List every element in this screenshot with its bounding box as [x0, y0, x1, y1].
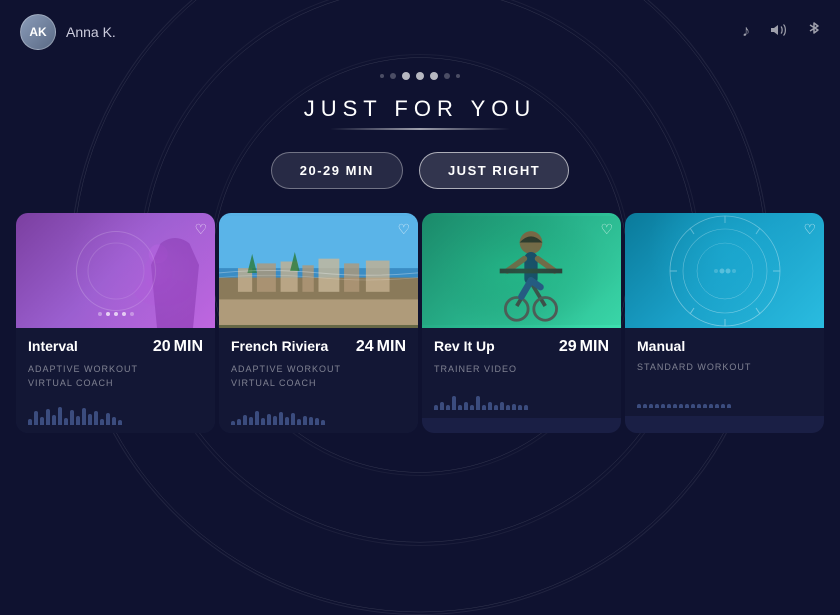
card-interval-image: ♡ [16, 213, 215, 328]
card-rev-waveform [434, 386, 609, 410]
main-content: JUST FOR YOU 20-29 MIN JUST RIGHT [0, 64, 840, 433]
card-rev-title-row: Rev It Up 29 MIN [434, 338, 609, 356]
card-interval-duration: 20 MIN [153, 338, 203, 356]
card-rev-favorite[interactable]: ♡ [600, 221, 613, 238]
card-interval-silhouette [16, 213, 215, 328]
card-interval-waveform [28, 401, 203, 425]
card-french-riviera[interactable]: ♡ French Riviera 24 MIN ADAPTIVE WORKOUT… [219, 213, 418, 433]
dot-1 [380, 74, 384, 78]
card-interval-body: Interval 20 MIN ADAPTIVE WORKOUTVIRTUAL … [16, 328, 215, 433]
card-riviera-image: ♡ [219, 213, 418, 328]
card-manual-favorite[interactable]: ♡ [803, 221, 816, 238]
user-info: AK Anna K. [20, 14, 116, 50]
card-manual-watermark [625, 213, 824, 328]
dot-4 [416, 72, 424, 80]
section-title: JUST FOR YOU [304, 96, 537, 122]
card-riviera-title-row: French Riviera 24 MIN [231, 338, 406, 356]
card-interval-dial [76, 231, 156, 311]
dot-3 [402, 72, 410, 80]
card-manual[interactable]: ♡ Manual STANDARD WORKOUT [625, 213, 824, 433]
card-manual-image: ♡ [625, 213, 824, 328]
card-riviera-title: French Riviera [231, 338, 328, 354]
dd3 [114, 312, 118, 316]
card-rev-title: Rev It Up [434, 338, 495, 354]
title-underline [330, 128, 510, 130]
card-interval-tags: ADAPTIVE WORKOUTVIRTUAL COACH [28, 362, 203, 391]
card-riviera-duration: 24 MIN [356, 338, 406, 356]
volume-icon[interactable] [770, 23, 788, 42]
dots-indicator [380, 72, 460, 80]
dot-6 [444, 73, 450, 79]
card-manual-title-row: Manual [637, 338, 812, 354]
filter-buttons: 20-29 MIN JUST RIGHT [271, 152, 570, 189]
card-rev-duration: 29 MIN [559, 338, 609, 356]
dd5 [130, 312, 134, 316]
dd2 [106, 312, 110, 316]
card-rev-tags: TRAINER VIDEO [434, 362, 609, 376]
card-riviera-waveform [231, 401, 406, 425]
card-rev-it-up[interactable]: ♡ Rev It Up 29 MIN TRAINER VIDEO [422, 213, 621, 433]
filter-btn-1[interactable]: JUST RIGHT [419, 152, 569, 189]
card-riviera-tags: ADAPTIVE WORKOUTVIRTUAL COACH [231, 362, 406, 391]
filter-btn-0[interactable]: 20-29 MIN [271, 152, 403, 189]
avatar: AK [20, 14, 56, 50]
cards-container: ♡ Interval 20 MIN ADAPTIVE WORKOUTVIRTUA… [0, 213, 840, 433]
card-rev-image: ♡ [422, 213, 621, 328]
bluetooth-icon[interactable] [808, 21, 820, 44]
card-manual-waveform [637, 384, 812, 408]
dd4 [122, 312, 126, 316]
card-rev-body: Rev It Up 29 MIN TRAINER VIDEO [422, 328, 621, 418]
card-riviera-favorite[interactable]: ♡ [397, 221, 410, 238]
card-interval[interactable]: ♡ Interval 20 MIN ADAPTIVE WORKOUTVIRTUA… [16, 213, 215, 433]
dot-2 [390, 73, 396, 79]
music-icon[interactable]: ♪ [742, 23, 750, 41]
card-interval-title-row: Interval 20 MIN [28, 338, 203, 356]
username: Anna K. [66, 24, 116, 40]
dd1 [98, 312, 102, 316]
card-interval-dial-dots [98, 312, 134, 316]
card-manual-body: Manual STANDARD WORKOUT [625, 328, 824, 416]
top-icons: ♪ [742, 21, 820, 44]
card-interval-title: Interval [28, 338, 78, 354]
top-bar: AK Anna K. ♪ [0, 0, 840, 64]
card-manual-tags: STANDARD WORKOUT [637, 360, 812, 374]
card-manual-title: Manual [637, 338, 685, 354]
card-interval-favorite[interactable]: ♡ [194, 221, 207, 238]
dot-7 [456, 74, 460, 78]
card-riviera-body: French Riviera 24 MIN ADAPTIVE WORKOUTVI… [219, 328, 418, 433]
dot-5 [430, 72, 438, 80]
